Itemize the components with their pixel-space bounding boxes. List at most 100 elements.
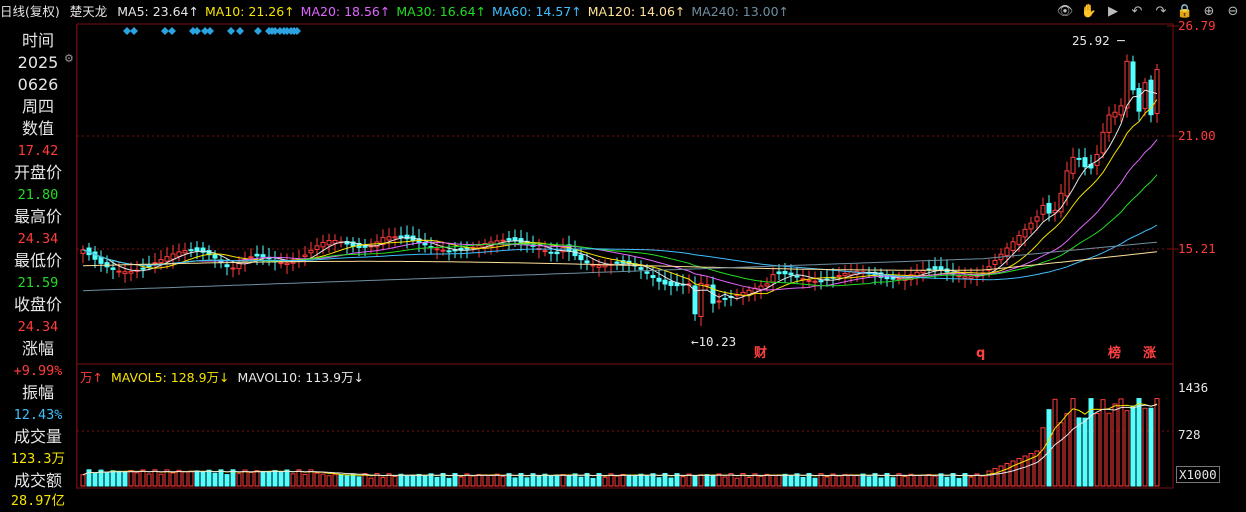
volume-header: 万↑ MAVOL5: 128.9万↓ MAVOL10: 113.9万↓ [80, 367, 368, 386]
volume-bar [542, 473, 548, 487]
volume-tick-top: 1436 [1178, 380, 1209, 395]
open-value: 21.80 [17, 187, 59, 203]
volume-bar [536, 476, 542, 487]
volume-bar [848, 474, 854, 487]
candle-up [542, 250, 548, 253]
volume-bar [248, 471, 254, 487]
volume-bar [614, 475, 620, 487]
low-label: 最低价 [13, 251, 62, 270]
candle-down [548, 251, 554, 254]
candle-up [716, 300, 722, 303]
volume-bar [698, 474, 704, 487]
volume-bar [302, 473, 308, 487]
volume-bar [734, 477, 740, 487]
volume-bar [338, 474, 344, 487]
volume-bar [644, 475, 650, 487]
volume-bar [1154, 398, 1160, 487]
volume-bar [704, 474, 710, 487]
candle-down [212, 254, 218, 259]
change-label: 涨幅 [21, 339, 54, 358]
volume-bar [218, 469, 224, 487]
volume-bar [122, 471, 128, 487]
volume-bar [590, 477, 596, 487]
candle-up [284, 262, 290, 266]
volume-bar [980, 475, 986, 487]
mavol10-line [82, 404, 1158, 477]
volume-bar [494, 473, 500, 487]
volume-bar [278, 472, 284, 487]
candle-down [782, 270, 788, 275]
candle-up [440, 249, 446, 252]
volume-bar [716, 473, 722, 487]
candle-down [404, 234, 410, 240]
candle-down [818, 280, 824, 283]
candle-up [1100, 131, 1106, 154]
candle-up [248, 256, 254, 259]
candle-up [1118, 105, 1124, 116]
candle-up [968, 276, 974, 280]
period-label[interactable]: 日线(复权) [0, 4, 60, 19]
candle-down [788, 272, 794, 276]
volume-bar [134, 472, 140, 487]
volume-bar [1124, 410, 1130, 487]
volume-bar [620, 473, 626, 487]
volume-bar [284, 469, 290, 487]
time-label: 时间 [21, 31, 54, 50]
volume-bar [770, 474, 776, 487]
volume-bar [632, 474, 638, 487]
candle-down [662, 279, 668, 285]
volume-bar [572, 473, 578, 487]
value-label: 数值 [21, 119, 54, 138]
volume-bar [914, 474, 920, 487]
volume-bar [890, 477, 896, 487]
amount-value: 28.97亿 [10, 493, 66, 509]
candle-down [194, 247, 200, 252]
candle-down [722, 297, 728, 300]
volume-bar [1058, 422, 1064, 487]
volume-bar [1112, 403, 1118, 487]
candle-up [1064, 170, 1070, 197]
candle-up [1154, 69, 1160, 114]
volume-bar [260, 470, 266, 487]
volume-bar [188, 470, 194, 487]
volume-bar [1130, 405, 1136, 487]
volume-bar [1076, 417, 1082, 487]
volume-bar [824, 476, 830, 487]
candle-down [1136, 88, 1142, 112]
kline-chart[interactable]: 25.92 ─ ←10.23 财 q 榜 涨 [77, 0, 1246, 489]
volume-bar [860, 473, 866, 487]
event-marker-3: 涨 [1142, 346, 1156, 361]
low-value: 21.59 [17, 275, 59, 291]
volume-bar [1064, 413, 1070, 487]
event-diamond [227, 27, 235, 35]
volume-bar [266, 471, 272, 487]
candle-up [956, 275, 962, 278]
candle-up [992, 259, 998, 265]
candle-down [650, 275, 656, 279]
volume-bar [560, 474, 566, 487]
volume-bar [164, 469, 170, 487]
candle-up [1106, 114, 1112, 133]
volume-bar [380, 477, 386, 487]
weekday-value: 周四 [21, 97, 54, 116]
close-label: 收盘价 [13, 295, 62, 314]
volume-bar [458, 476, 464, 487]
volume-bar [212, 472, 218, 487]
volume-bar [668, 477, 674, 487]
candle-down [1082, 157, 1088, 168]
volume-bar [344, 475, 350, 487]
candle-up [500, 239, 506, 242]
volume-bar [566, 475, 572, 487]
event-diamond [123, 27, 131, 35]
candle-up [1034, 216, 1040, 222]
volume-bar [1004, 463, 1010, 487]
volume-bar [272, 470, 278, 487]
volume-bar [1118, 398, 1124, 487]
volume-bar [1046, 409, 1052, 487]
volume-bar [788, 475, 794, 487]
volume-bar [1088, 398, 1094, 487]
candle-up [326, 240, 332, 246]
volume-bar [446, 477, 452, 487]
high-label: 最高价 [13, 207, 62, 226]
event-marker-0: 财 [754, 345, 767, 361]
